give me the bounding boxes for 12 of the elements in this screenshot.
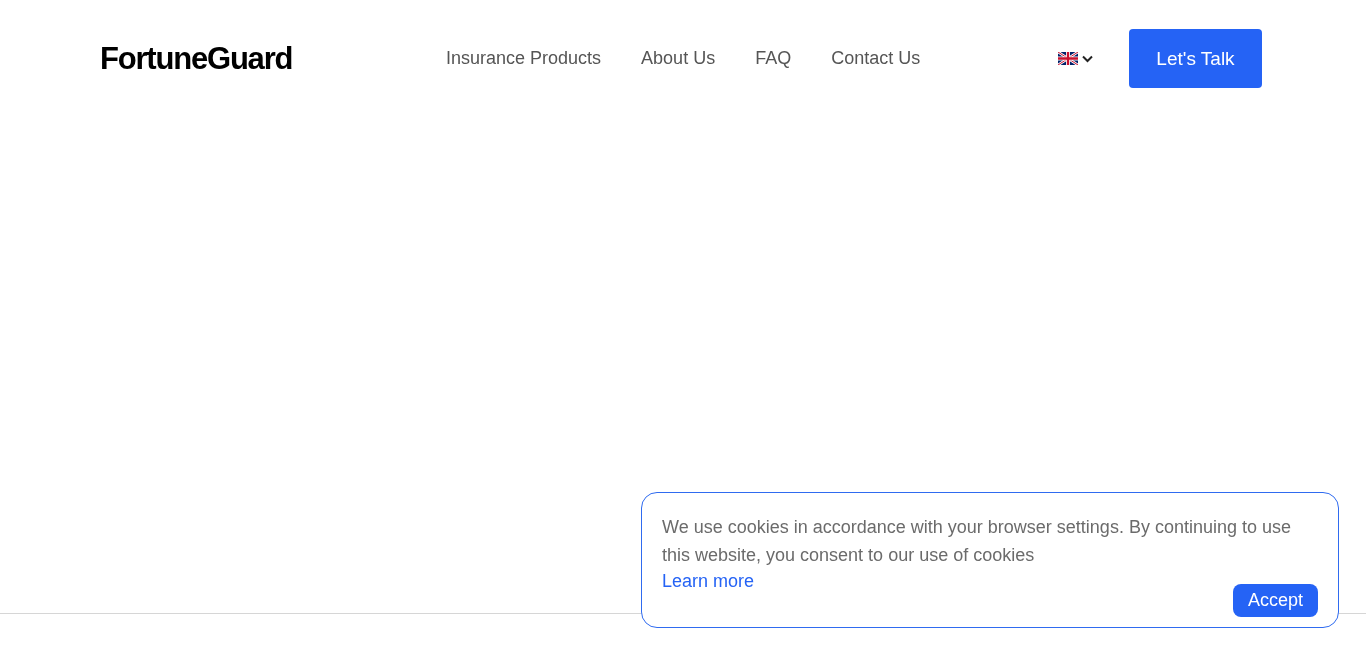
lets-talk-button[interactable]: Let's Talk	[1129, 29, 1262, 88]
accept-button[interactable]: Accept	[1232, 584, 1318, 617]
nav-link[interactable]: Insurance Products	[446, 48, 602, 69]
nav-link[interactable]: About Us	[641, 48, 716, 69]
caret-icon	[1082, 54, 1093, 63]
nav-link[interactable]: Contact Us	[831, 48, 921, 69]
language-selector[interactable]	[1058, 52, 1093, 65]
nav-link[interactable]: FAQ	[755, 48, 792, 69]
learn-more-link[interactable]: Learn more	[662, 571, 755, 592]
cookie-message: We use cookies in accordance with your browser settings. By continuing to use this website, you consent to our use of cookies	[662, 516, 1292, 567]
logo[interactable]: FortuneGuard	[100, 40, 430, 77]
flag-icon	[1058, 52, 1078, 65]
